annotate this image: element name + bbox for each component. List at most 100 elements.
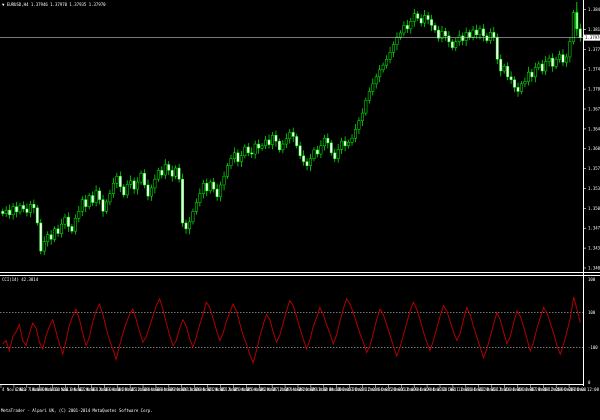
candle-body xyxy=(530,71,534,78)
candle-body xyxy=(288,132,292,140)
candle-body xyxy=(506,66,510,78)
candle-body xyxy=(315,149,319,155)
candle-body xyxy=(533,67,537,78)
candle-body xyxy=(402,25,406,34)
candle-body xyxy=(347,142,351,147)
candle-body xyxy=(156,170,160,180)
price-chart[interactable]: 1.38450 1.38110 1.37770 1.37430 1.37090 1.367… xyxy=(0,0,600,420)
candle-body xyxy=(367,91,371,101)
candle-body xyxy=(385,59,389,66)
candle-body xyxy=(291,132,295,137)
candle-body xyxy=(181,178,185,224)
candle-body xyxy=(319,145,323,155)
candle-body xyxy=(260,145,264,149)
candle-body xyxy=(298,145,302,157)
cci-max-label: 100 xyxy=(588,277,596,282)
candle-body xyxy=(419,18,423,24)
candle-body xyxy=(66,216,70,227)
price-tick-label: 1.34710 xyxy=(588,226,600,231)
metatrader-chart-window[interactable]: 1.38450 1.38110 1.37770 1.37430 1.37090 1.367… xyxy=(0,0,600,420)
candle-body xyxy=(471,29,475,38)
current-price-label: 1.37970 xyxy=(585,35,600,40)
candle-body xyxy=(447,35,451,43)
candle-body xyxy=(475,29,478,35)
candle-body xyxy=(350,137,354,143)
candle-body xyxy=(49,234,53,240)
symbol-info-label: ▼ EURUSD,H4 1.37946 1.37970 1.37935 1.37… xyxy=(2,2,106,7)
candle-body xyxy=(537,63,541,68)
candle-body xyxy=(11,206,15,216)
candle-body xyxy=(513,79,517,88)
candle-body xyxy=(374,76,378,85)
candle-body xyxy=(454,41,458,48)
candle-body xyxy=(129,180,133,185)
candle-body xyxy=(177,167,181,180)
candle-body xyxy=(492,32,496,38)
candle-body xyxy=(160,170,164,176)
candle-body xyxy=(322,137,326,147)
candle-body xyxy=(32,204,36,209)
candle-body xyxy=(22,205,25,210)
candle-body xyxy=(188,221,191,230)
candle-body xyxy=(198,193,202,203)
candle-body xyxy=(443,30,447,37)
candle-body xyxy=(343,140,347,147)
candle-body xyxy=(468,32,472,38)
cci-level-100-label: 100 xyxy=(588,310,596,315)
candle-body xyxy=(450,41,454,48)
candle-body xyxy=(437,29,440,39)
candle-body xyxy=(488,32,492,41)
candle-body xyxy=(461,35,465,41)
price-tick-label: 1.34030 xyxy=(588,266,600,271)
candle-body xyxy=(108,193,112,203)
candle-body xyxy=(412,13,416,22)
candle-body xyxy=(243,146,247,157)
candle-body xyxy=(212,181,216,190)
candle-body xyxy=(485,35,489,41)
candle-body xyxy=(53,228,57,240)
price-tick-label: 1.36070 xyxy=(588,146,600,151)
candle-body xyxy=(73,218,77,232)
candle-body xyxy=(326,137,330,144)
candle-body xyxy=(426,15,430,20)
candle-body xyxy=(277,140,281,151)
candle-body xyxy=(143,173,146,186)
candle-body xyxy=(329,142,333,154)
candle-body xyxy=(56,228,60,234)
candle-body xyxy=(540,63,544,72)
candle-body xyxy=(153,178,157,189)
candle-body xyxy=(46,234,50,242)
candle-body xyxy=(139,173,143,183)
candle-body xyxy=(302,155,306,162)
candle-body xyxy=(35,207,39,224)
candle-body xyxy=(388,52,392,60)
candle-body xyxy=(215,188,219,197)
candle-body xyxy=(360,112,364,121)
candle-body xyxy=(132,180,136,190)
candle-body xyxy=(87,195,91,207)
cci-line xyxy=(2,296,581,365)
candle-body xyxy=(15,206,19,213)
candle-body xyxy=(433,25,437,31)
candle-body xyxy=(547,57,551,62)
candle-body xyxy=(1,211,5,214)
candle-body xyxy=(520,83,523,92)
indicator-info-label: CCI(14) 42.3814 xyxy=(2,277,39,282)
candle-body xyxy=(39,222,43,252)
candle-body xyxy=(94,190,98,203)
candle-body xyxy=(281,143,285,151)
candle-body xyxy=(516,87,520,92)
candle-body xyxy=(236,152,240,162)
candle-body xyxy=(174,167,178,177)
candle-body xyxy=(70,226,74,232)
price-tick-label: 1.35050 xyxy=(588,206,600,211)
candle-body xyxy=(274,135,278,142)
candle-body xyxy=(371,83,375,92)
candle-body xyxy=(502,66,506,72)
candle-body xyxy=(232,152,236,159)
candle-body xyxy=(208,181,212,192)
candle-body xyxy=(340,140,344,150)
candle-body xyxy=(226,165,229,177)
candle-body xyxy=(357,120,361,130)
candle-body xyxy=(381,64,385,71)
